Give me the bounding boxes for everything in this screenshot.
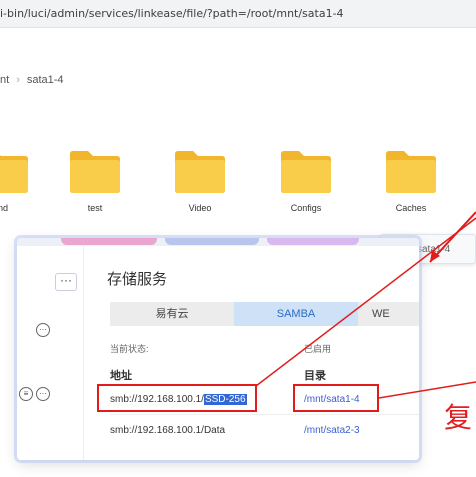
ellipsis-circle-icon[interactable]: ··· [36,323,50,337]
popup-label: sata1-4 [417,244,451,255]
address-header: 地址 [110,370,132,382]
tab-yiyouyun[interactable]: 易有云 [110,302,234,326]
folder-icon [0,155,28,193]
storage-service-dialog: ··· ··· ≡ ··· 存储服务 易有云 SAMBA WE 当前状态: 已启… [17,238,419,460]
tab-webdav[interactable]: WE [358,302,419,326]
tab-samba[interactable]: SAMBA [234,302,358,326]
folder-name: Caches [395,203,427,213]
top-tab-purple[interactable] [267,238,359,245]
folder-name: nd [0,203,8,213]
address-bar[interactable]: i-bin/luci/admin/services/linkease/file/… [0,0,476,28]
samba-directory-link[interactable]: /mnt/sata2-3 [304,425,360,436]
top-tab-pink[interactable] [61,238,157,245]
folder-name: test [87,203,103,213]
folder-icon [386,151,436,193]
folder-item[interactable]: nd [0,148,36,218]
annotation-box-address [97,384,257,412]
breadcrumb-parent[interactable]: nt [0,74,9,86]
folder-item[interactable]: test [68,148,128,218]
dialog-title: 存储服务 [107,271,168,288]
chevron-right-icon: › [16,74,20,86]
ellipsis-circle-icon[interactable]: ··· [36,387,50,401]
breadcrumb-current: sata1-4 [26,74,64,86]
more-icon: ··· [60,273,72,287]
folder-item[interactable]: Video [173,148,233,218]
folder-icon [70,151,120,193]
folder-item[interactable]: Configs [279,148,339,218]
annotation-label: 复 [444,401,473,434]
left-pane: ··· ··· ≡ ··· [17,246,84,460]
samba-address[interactable]: smb://192.168.100.1/Data [110,425,225,436]
service-tabs: 易有云 SAMBA WE [110,302,419,326]
folder-name: Video [188,203,212,213]
top-tab-blue[interactable] [165,238,259,245]
status-label: 当前状态: [110,344,149,354]
folder-icon [281,151,331,193]
status-value: 已启用 [304,344,332,354]
breadcrumb: nt › sata1-4 [0,74,64,86]
folder-name: Configs [290,203,322,213]
url-text[interactable]: i-bin/luci/admin/services/linkease/file/… [0,7,344,20]
folder-item[interactable]: Caches [384,148,444,218]
storage-panel: 存储服务 易有云 SAMBA WE 当前状态: 已启用 地址 目录 smb://… [100,246,419,460]
dialog-top-strip [17,238,419,246]
row-divider [110,414,419,415]
address-text: smb://192.168.100.1/Data [110,425,226,436]
folder-icon [175,151,225,193]
list-circle-icon[interactable]: ≡ [19,387,33,401]
directory-header: 目录 [304,370,326,382]
annotation-box-directory [293,384,379,412]
more-button[interactable]: ··· [55,273,77,291]
